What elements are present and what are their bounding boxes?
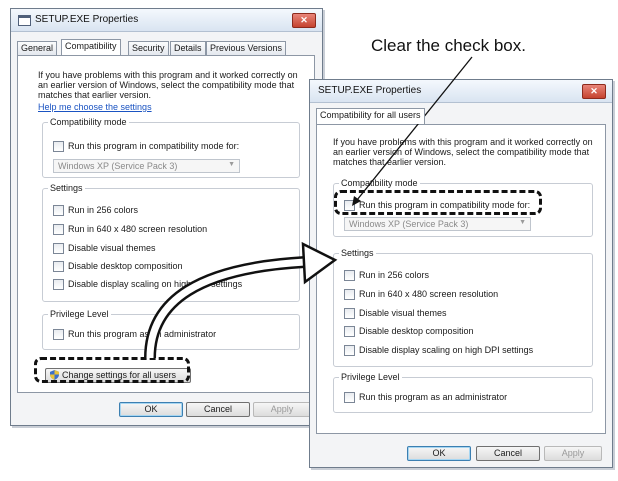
tab-compatibility-all-users[interactable]: Compatibility for all users — [316, 108, 425, 124]
tab-compatibility[interactable]: Compatibility — [61, 39, 121, 55]
curved-arrow-icon — [144, 241, 338, 359]
